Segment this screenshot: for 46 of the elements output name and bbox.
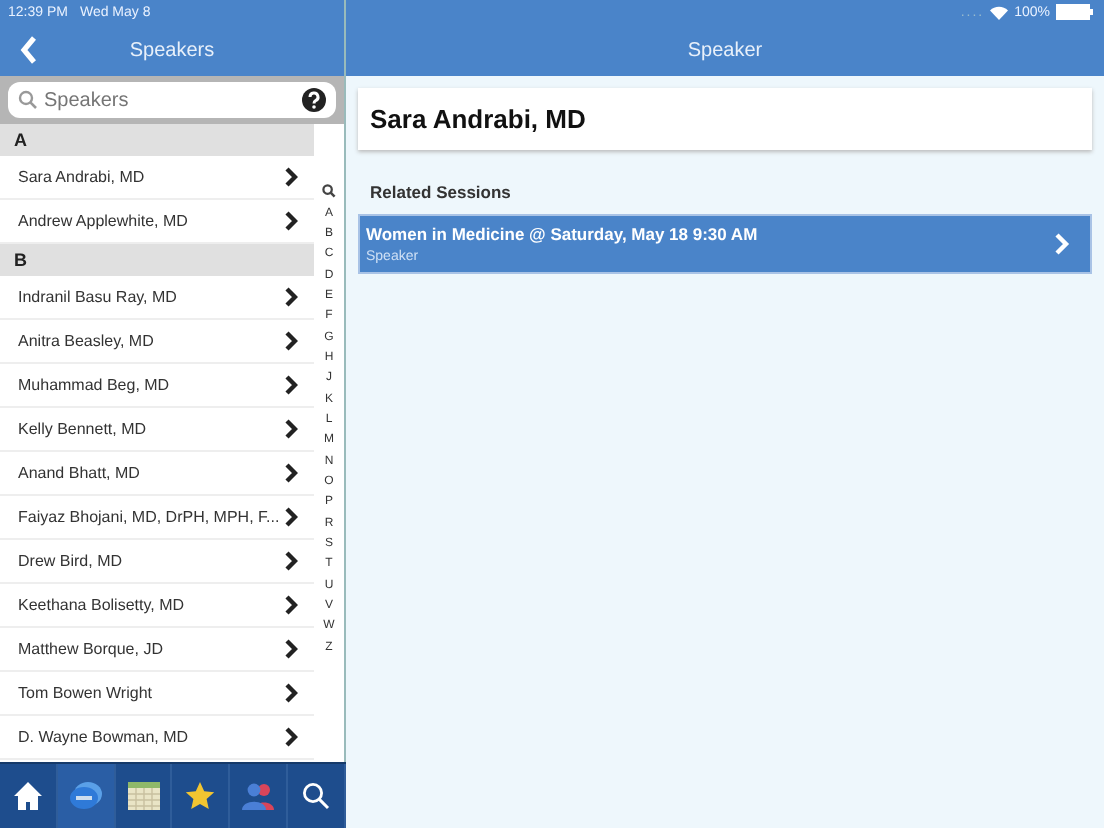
search-icon: [18, 90, 38, 110]
speaker-row[interactable]: Indranil Basu Ray, MD: [0, 276, 314, 320]
speaker-row[interactable]: Keethana Bolisetty, MD: [0, 584, 314, 628]
speaker-row[interactable]: Tom Bowen Wright: [0, 672, 314, 716]
section-header: B: [0, 244, 314, 276]
chevron-icon: [284, 374, 298, 396]
session-title: Women in Medicine @ Saturday, May 18 9:30 AM: [366, 224, 758, 244]
home-icon: [11, 780, 44, 812]
speaker-row[interactable]: Matthew Borque, JD: [0, 628, 314, 672]
speaker-row[interactable]: D. Wayne Bowman, MD: [0, 716, 314, 760]
chevron-icon: [1054, 232, 1070, 256]
section-header: A: [0, 124, 314, 156]
chevron-icon: [284, 286, 298, 308]
search-icon: [302, 782, 331, 810]
search-field[interactable]: Speakers: [8, 82, 336, 118]
calendar-icon: [125, 780, 162, 812]
speaker-name: Sara Andrabi, MD: [370, 104, 586, 134]
section-heading: Related Sessions: [370, 182, 513, 202]
chevron-icon: [284, 726, 298, 748]
battery-icon: [1056, 4, 1094, 20]
chevron-icon: [284, 462, 298, 484]
chat-bubbles-icon: [67, 780, 104, 812]
chevron-icon: [284, 550, 298, 572]
chevron-icon: [284, 210, 298, 232]
nav-title: Speaker: [687, 39, 763, 61]
star-icon: [184, 780, 217, 812]
nav-title: Speakers: [129, 39, 215, 61]
help-icon[interactable]: [302, 88, 326, 112]
speaker-row[interactable]: Kelly Bennett, MD: [0, 408, 314, 452]
speaker-row[interactable]: Sara Andrabi, MD: [0, 156, 314, 200]
speaker-row[interactable]: Muhammad Beg, MD: [0, 364, 314, 408]
speaker-row[interactable]: Anand Bhatt, MD: [0, 452, 314, 496]
chevron-icon: [284, 638, 298, 660]
people-icon: [240, 780, 277, 812]
chevron-icon: [284, 594, 298, 616]
chevron-icon: [284, 418, 298, 440]
chevron-icon: [284, 682, 298, 704]
speaker-row[interactable]: Drew Bird, MD: [0, 540, 314, 584]
wifi-icon: [990, 5, 1009, 19]
chevron-icon: [284, 166, 298, 188]
chevron-icon: [284, 330, 298, 352]
search-icon[interactable]: [322, 184, 336, 199]
back-icon[interactable]: [20, 36, 38, 64]
chevron-icon: [284, 506, 298, 528]
speaker-row[interactable]: Faiyaz Bhojani, MD, DrPH, MPH, F...: [0, 496, 314, 540]
speaker-row[interactable]: Anitra Beasley, MD: [0, 320, 314, 364]
